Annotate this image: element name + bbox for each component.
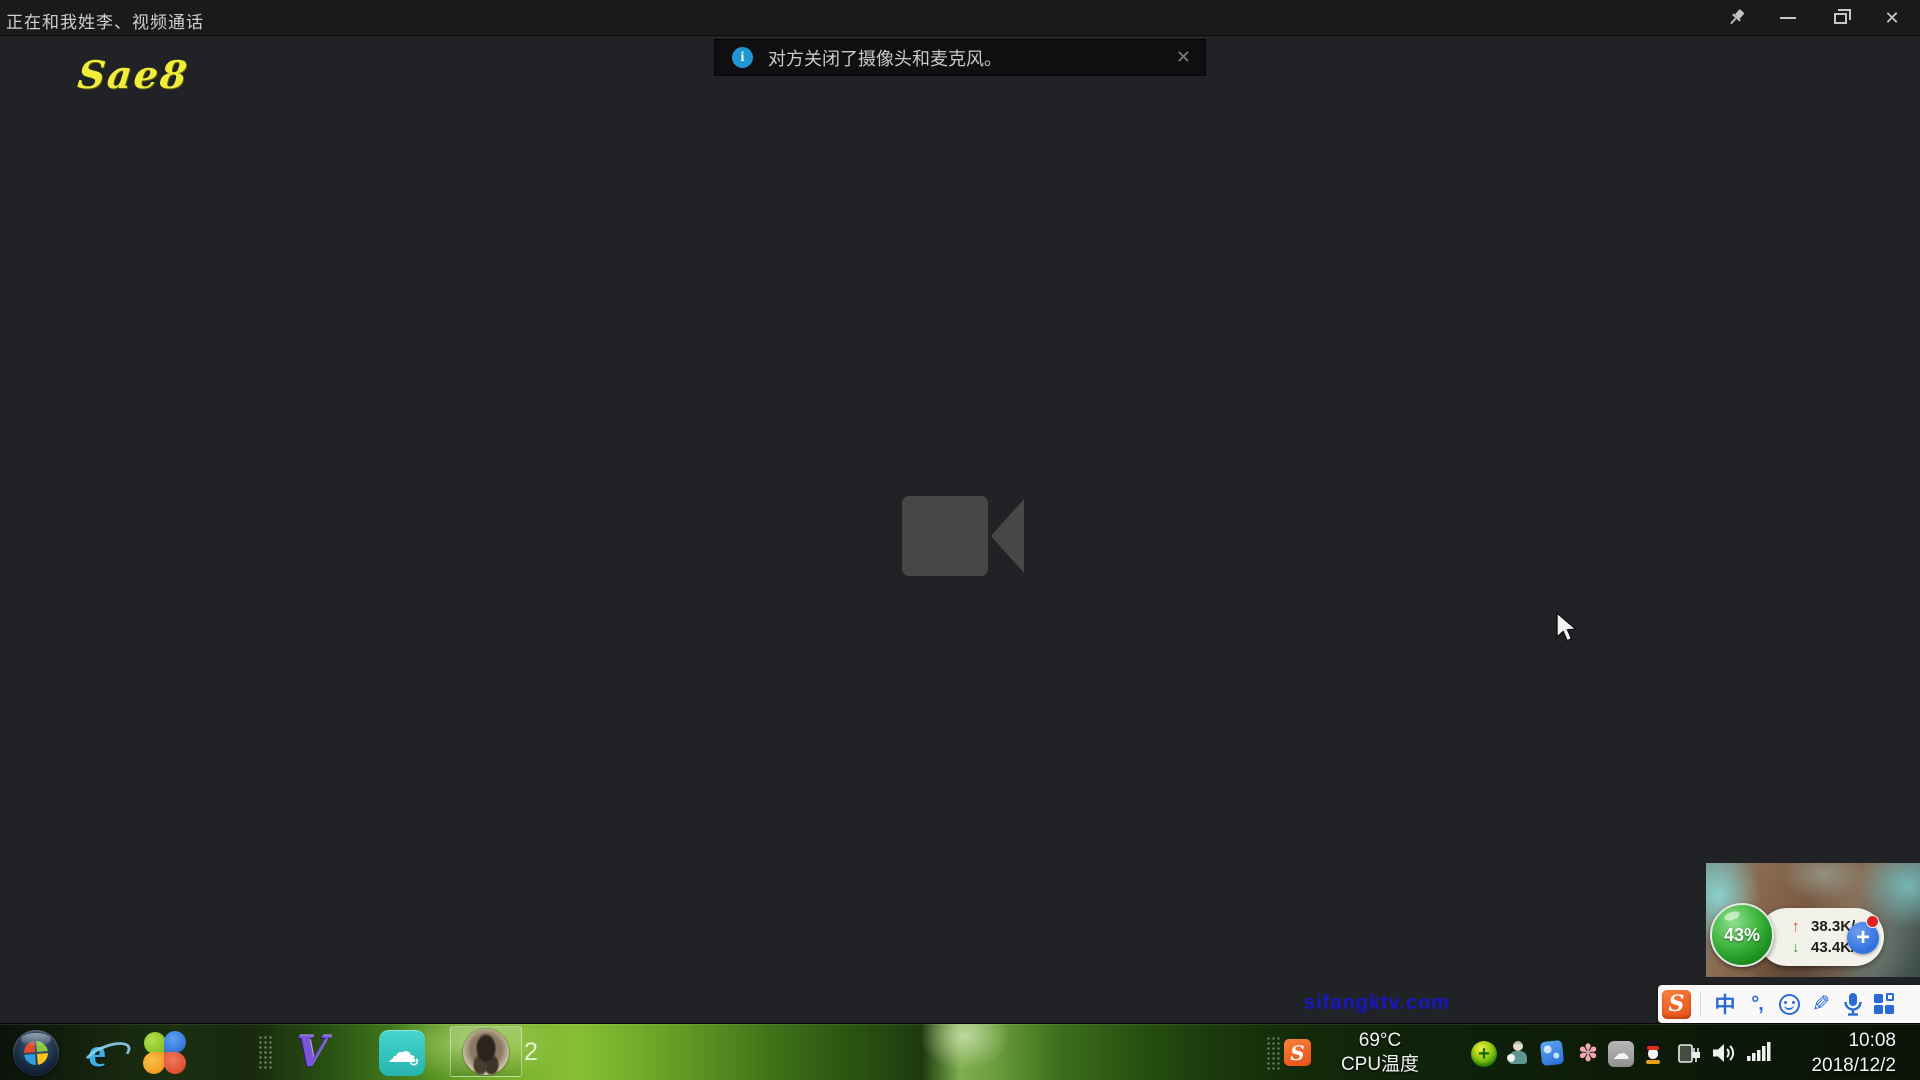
mouse-cursor (1555, 612, 1581, 646)
close-icon: ✕ (1884, 8, 1899, 29)
notification-close-icon[interactable]: ✕ (1176, 47, 1191, 68)
restore-icon (1834, 13, 1847, 24)
camera-body (902, 496, 988, 576)
clock-date: 2018/12/2 (1778, 1053, 1896, 1078)
cpu-temp-label: CPU温度 (1335, 1053, 1425, 1077)
window-title: 正在和我姓李、视频通话 (6, 8, 204, 33)
toolbox-grid-icon (1874, 993, 1896, 1015)
tray-gray-cloud-icon[interactable]: ☁ (1608, 1041, 1634, 1067)
info-icon: i (732, 47, 753, 68)
tray-360safe-icon[interactable]: + (1471, 1041, 1497, 1067)
ie-icon: e (88, 1033, 106, 1073)
memory-percent: 43% (1724, 925, 1760, 946)
sogou-logo[interactable]: S (1662, 990, 1691, 1019)
tray-separator-dots (1266, 1036, 1280, 1070)
window-controls: ✕ (1714, 0, 1914, 36)
taskbar-v-app[interactable]: V (284, 1024, 340, 1080)
tray-master-icon[interactable] (1507, 1041, 1529, 1065)
notification-text: 对方关闭了摄像头和麦克风。 (768, 45, 1002, 71)
toolbox-button[interactable] (1869, 988, 1901, 1020)
v-icon: V (296, 1028, 327, 1077)
pin-button[interactable] (1714, 3, 1758, 33)
minimize-button[interactable] (1766, 3, 1810, 33)
minimize-icon (1780, 17, 1796, 19)
petals-icon (142, 1031, 186, 1075)
language-mode-button[interactable]: 中 (1709, 988, 1741, 1020)
pin-icon (1725, 7, 1747, 29)
tray-volume-icon[interactable] (1712, 1041, 1738, 1065)
start-button[interactable] (8, 1024, 64, 1080)
video-preview-thumbnail[interactable]: 43% ↑ 38.3K/s ↓ 43.4K/s + (1706, 863, 1920, 977)
tray-sogou-icon[interactable]: S (1284, 1039, 1311, 1066)
restore-button[interactable] (1818, 3, 1862, 33)
titlebar: 正在和我姓李、视频通话 ✕ (0, 0, 1920, 36)
taskbar-badge-count: 2 (524, 1038, 538, 1067)
toolbar-divider (1700, 992, 1701, 1016)
cpu-temp-value: 69°C (1335, 1029, 1425, 1053)
tray-clock[interactable]: 10:08 2018/12/2 (1778, 1028, 1896, 1078)
camera-off-icon (902, 496, 1024, 576)
memory-ball-widget[interactable]: 43% (1710, 903, 1774, 967)
camera-lens-triangle (991, 499, 1024, 573)
smiley-icon (1779, 994, 1800, 1015)
taskbar-separator-dots (258, 1035, 272, 1071)
tray-network-signal-icon[interactable] (1746, 1041, 1772, 1063)
clock-time: 10:08 (1778, 1028, 1896, 1053)
tray-usb-remove-icon[interactable] (1676, 1041, 1702, 1067)
avatar (463, 1029, 509, 1075)
pen-icon: ✎ (1812, 991, 1830, 1017)
windows-orb-icon (13, 1030, 59, 1076)
app-logo: Sae8 (76, 52, 191, 97)
notification-dot (1866, 915, 1879, 928)
taskbar-cloud-app[interactable]: ☁ ↻ (376, 1024, 428, 1080)
watermark-text: sifangktv.com (1304, 992, 1450, 1015)
taskbar-petals-app[interactable] (138, 1024, 190, 1080)
emoji-button[interactable] (1773, 988, 1805, 1020)
upload-arrow-icon: ↑ (1792, 918, 1806, 935)
punctuation-mode-button[interactable]: °, (1741, 988, 1773, 1020)
cloud-sync-icon: ☁ ↻ (379, 1030, 425, 1076)
close-button[interactable]: ✕ (1870, 3, 1914, 33)
voice-input-button[interactable] (1837, 988, 1869, 1020)
notification-banner: i 对方关闭了摄像头和麦克风。 ✕ (714, 39, 1206, 76)
tray-phone-assistant-icon[interactable] (1540, 1040, 1564, 1066)
cpu-temp-widget[interactable]: 69°C CPU温度 (1335, 1029, 1425, 1077)
sogou-input-toolbar: S 中 °, ✎ (1658, 985, 1920, 1023)
mic-icon (1842, 992, 1864, 1016)
handwriting-button[interactable]: ✎ (1805, 988, 1837, 1020)
taskbar: e V ☁ ↻ 2 S 69°C CPU温度 + (0, 1023, 1920, 1080)
tray-flower-icon[interactable]: ✽ (1576, 1041, 1600, 1065)
download-arrow-icon: ↓ (1792, 939, 1806, 956)
tray-qq-icon[interactable] (1644, 1039, 1662, 1065)
taskbar-internet-explorer[interactable]: e (72, 1024, 122, 1080)
taskbar-active-window-button[interactable] (450, 1026, 522, 1077)
video-call-app: 正在和我姓李、视频通话 ✕ i 对方关闭了摄像头和麦克风。 ✕ Sae8 (0, 0, 1920, 1080)
